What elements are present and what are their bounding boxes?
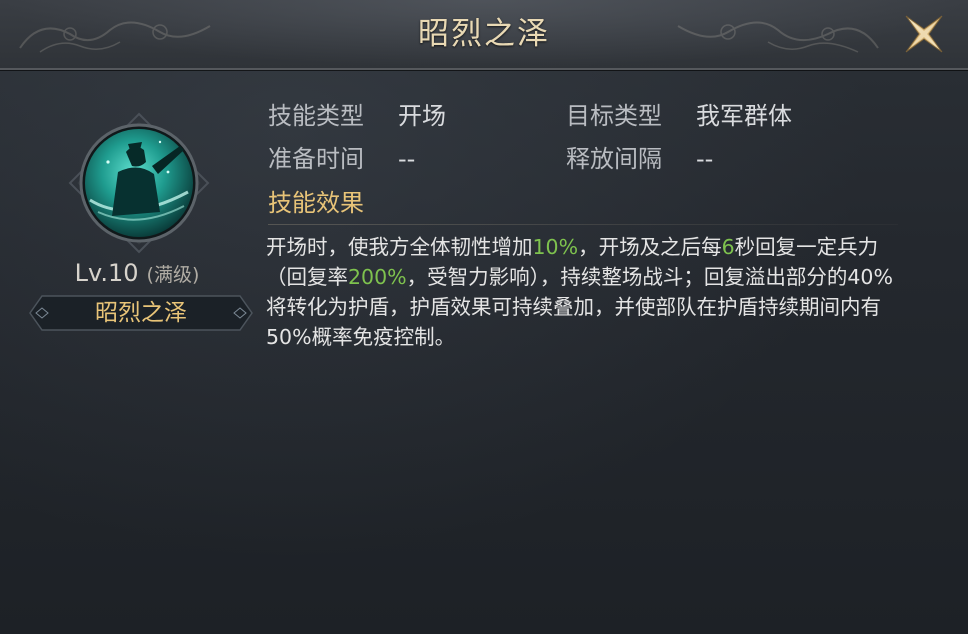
max-level-note: (满级)	[146, 264, 200, 286]
close-button[interactable]	[902, 12, 946, 56]
warrior-portrait-icon	[68, 112, 210, 254]
close-x-icon[interactable]	[902, 12, 946, 56]
effect-highlight: 200%	[348, 265, 407, 289]
effect-description: 开场时，使我方全体韧性增加10%，开场及之后每6秒回复一定兵力（回复率200%，…	[266, 232, 898, 352]
effect-text-segment: ，开场及之后每	[578, 235, 722, 259]
effect-highlight: 6	[721, 235, 735, 259]
interval-value: --	[696, 145, 714, 173]
prep-time-label: 准备时间	[268, 145, 364, 173]
skill-type-row: 技能类型 开场	[268, 98, 568, 134]
divider	[268, 224, 898, 225]
title-bar: 昭烈之泽	[0, 0, 968, 70]
skill-name: 昭烈之泽	[95, 300, 187, 326]
interval-row: 释放间隔 --	[566, 141, 896, 177]
target-type-value: 我军群体	[696, 102, 792, 130]
skill-detail-dialog: 昭烈之泽 Lv.10 (满级) 昭烈之泽 技能类型 开场 目标类型 我军群体 准…	[0, 0, 968, 634]
skill-level: Lv.10 (满级)	[30, 259, 244, 287]
effect-highlight: 10%	[532, 235, 579, 259]
skill-type-value: 开场	[398, 102, 446, 130]
prep-time-value: --	[398, 145, 416, 173]
interval-label: 释放间隔	[566, 145, 662, 173]
target-type-label: 目标类型	[566, 102, 662, 130]
effect-text-segment: 开场时，使我方全体韧性增加	[266, 235, 533, 259]
skill-name-plate: 昭烈之泽	[28, 294, 254, 332]
dialog-title: 昭烈之泽	[418, 16, 550, 52]
level-value: Lv.10	[74, 259, 139, 287]
skill-icon	[68, 112, 210, 254]
target-type-row: 目标类型 我军群体	[566, 98, 896, 134]
skill-type-label: 技能类型	[268, 102, 364, 130]
prep-time-row: 准备时间 --	[268, 141, 568, 177]
effect-title: 技能效果	[268, 189, 364, 217]
